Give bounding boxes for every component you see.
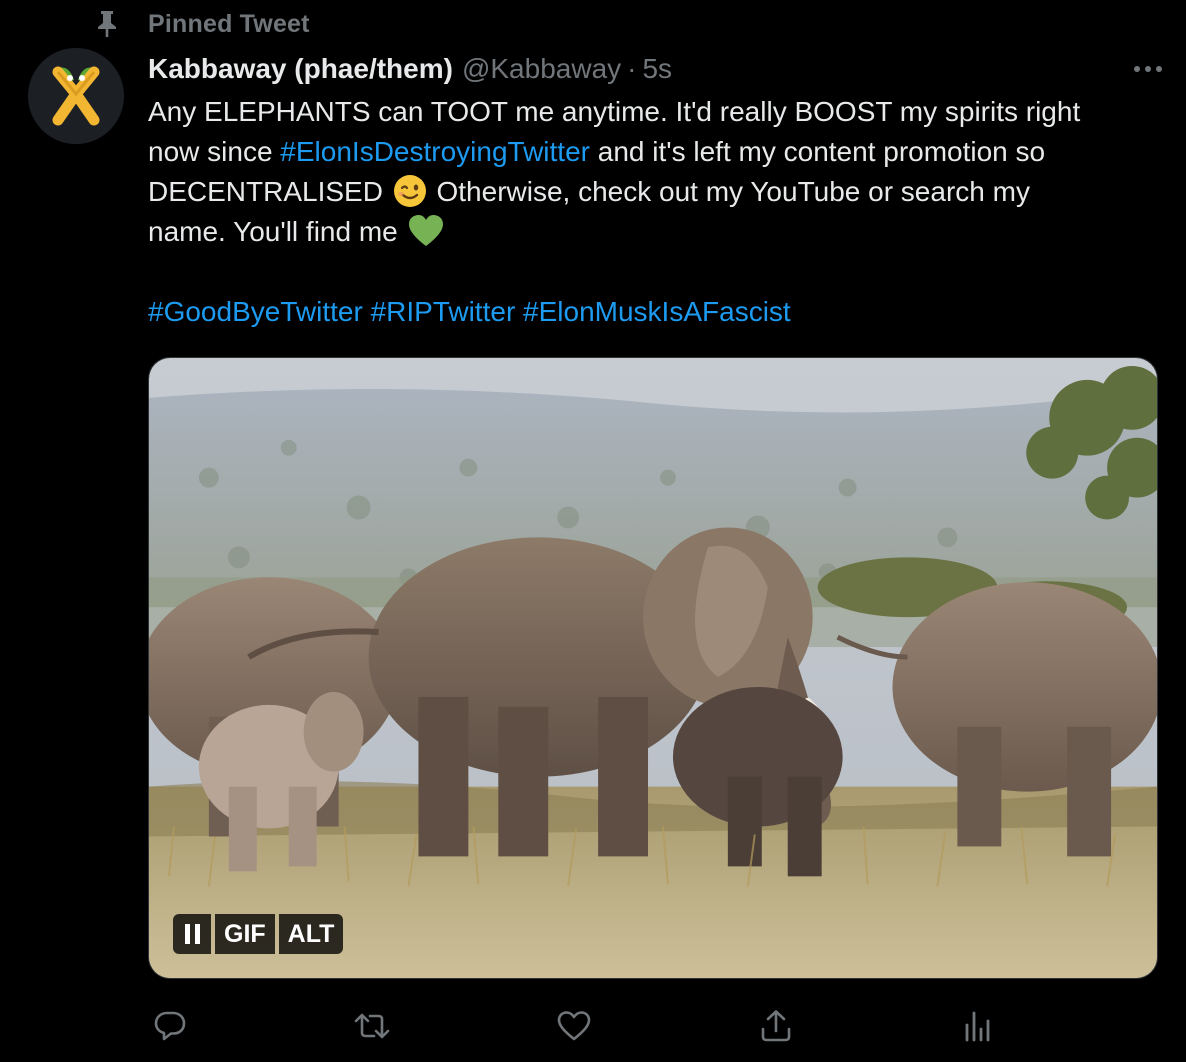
tweet-line: name. You'll find me — [148, 212, 1148, 252]
avatar[interactable] — [28, 48, 124, 144]
tweet-text-segment: and it's left my content promotion so — [589, 136, 1046, 167]
tweet[interactable]: Pinned Tweet Kabbaway (phae/them) @Kabba… — [0, 0, 1186, 1062]
share-icon — [761, 1010, 791, 1042]
reply-icon — [154, 1011, 186, 1041]
timestamp[interactable]: 5s — [642, 53, 672, 85]
more-options-button[interactable] — [1128, 52, 1168, 86]
gif-media[interactable]: GIF ALT — [148, 357, 1158, 979]
tweet-text-segment: now since — [148, 136, 281, 167]
tweet-text-segment: DECENTRALISED — [148, 176, 391, 207]
tweet-line: Any ELEPHANTS can TOOT me anytime. It'd … — [148, 96, 1081, 127]
heart-icon — [557, 1011, 591, 1041]
tweet-text: Any ELEPHANTS can TOOT me anytime. It'd … — [148, 92, 1148, 332]
tweet-line: DECENTRALISED Otherwise, check out my Yo… — [148, 172, 1148, 212]
analytics-icon — [965, 1011, 990, 1042]
alt-text-button[interactable]: ALT — [278, 914, 344, 954]
tweet-actions — [148, 1004, 1158, 1048]
pinned-indicator: Pinned Tweet — [94, 8, 310, 40]
hashtag-link[interactable]: #RIPTwitter — [371, 296, 516, 327]
hashtag-link[interactable]: #GoodByeTwitter — [148, 296, 363, 327]
reply-button[interactable] — [148, 1004, 192, 1048]
hashtag-link[interactable]: #ElonIsDestroyingTwitter — [280, 136, 590, 167]
separator-dot: · — [627, 53, 637, 84]
hashtag-link[interactable]: #ElonMuskIsAFascist — [523, 296, 791, 327]
pin-icon — [94, 10, 120, 38]
pause-button[interactable] — [173, 914, 211, 954]
media-controls: GIF ALT — [173, 914, 344, 954]
green-heart-emoji — [408, 214, 443, 248]
tweet-text-segment: Otherwise, check out my YouTube or searc… — [428, 176, 1030, 207]
elephants-gif-image — [149, 358, 1157, 978]
more-icon — [1134, 66, 1162, 72]
author-name[interactable]: Kabbaway (phae/them) — [148, 53, 453, 85]
author-handle[interactable]: @Kabbaway — [462, 53, 621, 85]
retweet-button[interactable] — [350, 1004, 394, 1048]
tweet-text-segment: name. You'll find me — [148, 216, 406, 247]
tweet-content: Kabbaway (phae/them) @Kabbaway · 5s Any … — [148, 48, 1162, 332]
winking-face-emoji — [393, 174, 427, 208]
tweet-line: now since #ElonIsDestroyingTwitter and i… — [148, 132, 1148, 172]
gif-badge: GIF — [215, 914, 275, 954]
pinned-label: Pinned Tweet — [148, 9, 310, 38]
pause-icon — [184, 924, 200, 944]
like-button[interactable] — [552, 1004, 596, 1048]
analytics-button[interactable] — [956, 1004, 1000, 1048]
tweet-header: Kabbaway (phae/them) @Kabbaway · 5s — [148, 48, 1158, 90]
hashtag-line: #GoodByeTwitter #RIPTwitter #ElonMuskIsA… — [148, 292, 1148, 332]
retweet-icon — [354, 1013, 390, 1039]
share-button[interactable] — [754, 1004, 798, 1048]
